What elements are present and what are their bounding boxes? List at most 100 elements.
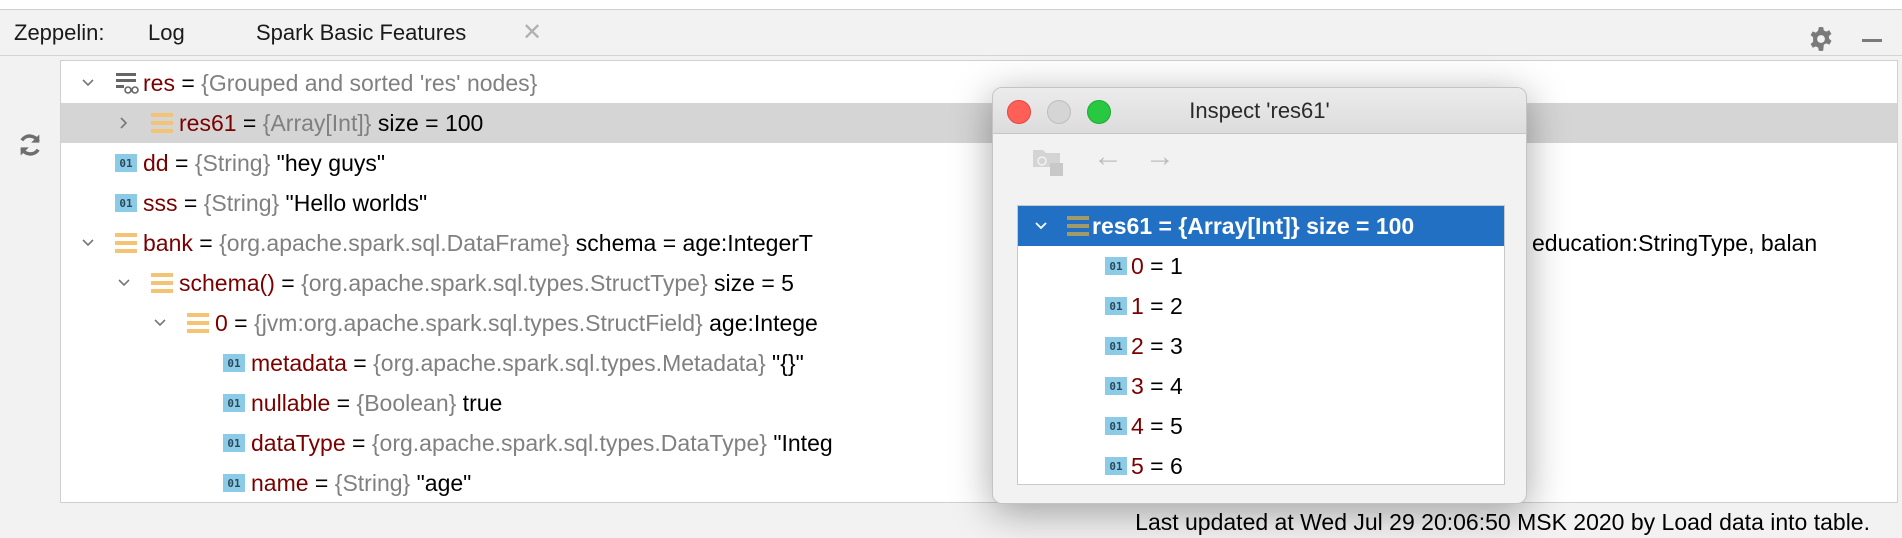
status-bar: Last updated at Wed Jul 29 20:06:50 MSK … bbox=[0, 506, 1902, 538]
var-name: bank bbox=[143, 230, 193, 256]
var-name: 0 bbox=[215, 310, 228, 336]
var-value: size = 5 bbox=[707, 270, 794, 296]
tree-row-schema[interactable]: schema() = {org.apache.spark.sql.types.S… bbox=[61, 263, 1897, 303]
chevron-down-icon[interactable] bbox=[153, 316, 167, 330]
dialog-title: Inspect 'res61' bbox=[1189, 98, 1330, 123]
primitive-icon: 01 bbox=[1105, 297, 1127, 315]
var-name: res bbox=[143, 70, 175, 96]
value: = 5 bbox=[1143, 413, 1183, 439]
chevron-down-icon[interactable] bbox=[1034, 219, 1048, 233]
row-label: nullable = {Boolean} true bbox=[251, 383, 502, 423]
var-type: {String} bbox=[194, 150, 271, 176]
tree-row-sss[interactable]: 01 sss = {String} "Hello worlds" bbox=[61, 183, 1897, 223]
primitive-icon: 01 bbox=[1105, 417, 1127, 435]
tab-spark-basic-features[interactable]: Spark Basic Features bbox=[256, 20, 466, 46]
tree-row-0[interactable]: 0 = {jvm:org.apache.spark.sql.types.Stru… bbox=[61, 303, 1897, 343]
equals: = bbox=[174, 70, 202, 96]
gear-icon[interactable] bbox=[1808, 26, 1834, 52]
inspect-dialog: Inspect 'res61' ← → res61 = {Array[Int]}… bbox=[992, 87, 1527, 504]
var-name: schema() bbox=[179, 270, 275, 296]
tree-row-metadata[interactable]: 01 metadata = {org.apache.spark.sql.types… bbox=[61, 343, 1897, 383]
index: 5 bbox=[1131, 453, 1144, 479]
tree-row-name[interactable]: 01 name = {String} "age" bbox=[61, 463, 1897, 502]
var-value: "Hello worlds" bbox=[279, 190, 428, 216]
close-tab-icon[interactable]: ✕ bbox=[522, 18, 542, 47]
dialog-titlebar[interactable]: Inspect 'res61' bbox=[993, 88, 1526, 134]
array-icon bbox=[115, 233, 137, 253]
variables-tree: res = {Grouped and sorted 'res' nodes} re… bbox=[60, 60, 1898, 503]
var-type: {org.apache.spark.sql.types.Metadata} bbox=[373, 350, 766, 376]
index: 1 bbox=[1131, 293, 1144, 319]
var-type: {String} bbox=[203, 190, 280, 216]
tree-row-res[interactable]: res = {Grouped and sorted 'res' nodes} bbox=[61, 63, 1897, 103]
back-arrow-icon[interactable]: ← bbox=[1093, 140, 1123, 174]
equals: = bbox=[168, 150, 195, 176]
array-icon bbox=[151, 113, 173, 133]
minimize-icon[interactable] bbox=[1862, 39, 1882, 42]
tree-row-item[interactable]: 01 2 = 3 bbox=[1018, 326, 1504, 366]
inspect-tree: res61 = {Array[Int]} size = 100 01 0 = 10… bbox=[1017, 205, 1505, 485]
var-type: {jvm:org.apache.spark.sql.types.StructFi… bbox=[254, 310, 703, 336]
chevron-down-icon[interactable] bbox=[81, 236, 95, 250]
tab-log[interactable]: Log bbox=[148, 20, 185, 46]
row-label: sss = {String} "Hello worlds" bbox=[143, 183, 427, 223]
index: 4 bbox=[1131, 413, 1144, 439]
row-label: name = {String} "age" bbox=[251, 463, 472, 502]
primitive-icon: 01 bbox=[1105, 377, 1127, 395]
row-label: schema() = {org.apache.spark.sql.types.S… bbox=[179, 263, 794, 303]
tool-window-title: Zeppelin: bbox=[14, 20, 105, 45]
primitive-icon: 01 bbox=[223, 434, 245, 452]
row-label: res61 = {Array[Int]} size = 100 bbox=[1092, 213, 1415, 239]
row-label: metadata = {org.apache.spark.sql.types.M… bbox=[251, 343, 804, 383]
chevron-down-icon[interactable] bbox=[117, 276, 131, 290]
tree-row-nullable[interactable]: 01 nullable = {Boolean} true bbox=[61, 383, 1897, 423]
var-name: sss bbox=[143, 190, 178, 216]
forward-arrow-icon[interactable]: → bbox=[1145, 140, 1175, 174]
equals: = bbox=[330, 390, 357, 416]
var-type: {Grouped and sorted 'res' nodes} bbox=[201, 70, 538, 96]
var-value: age:Intege bbox=[702, 310, 818, 336]
var-name: dataType bbox=[251, 430, 346, 456]
row-label: dataType = {org.apache.spark.sql.types.D… bbox=[251, 423, 833, 463]
group-icon bbox=[116, 73, 139, 94]
equals: = bbox=[345, 430, 372, 456]
tree-row-item[interactable]: 01 0 = 1 bbox=[1018, 246, 1504, 286]
tool-window-tabbar: Zeppelin: Log Spark Basic Features ✕ bbox=[0, 10, 1902, 65]
var-name: res61 bbox=[179, 110, 237, 136]
primitive-icon: 01 bbox=[115, 194, 137, 212]
var-value: "Integ bbox=[766, 430, 833, 456]
value: = 6 bbox=[1143, 453, 1183, 479]
value: = 4 bbox=[1143, 373, 1183, 399]
tree-row-item[interactable]: 01 1 = 2 bbox=[1018, 286, 1504, 326]
equals: = bbox=[274, 270, 302, 296]
array-icon bbox=[187, 313, 209, 333]
tree-row-res61[interactable]: res61 = {Array[Int]} size = 100 bbox=[1018, 206, 1504, 246]
row-label: bank = {org.apache.spark.sql.DataFrame} … bbox=[143, 223, 813, 263]
refresh-icon[interactable] bbox=[16, 131, 44, 159]
value: = 2 bbox=[1143, 293, 1183, 319]
chevron-down-icon[interactable] bbox=[81, 76, 95, 90]
value: = 3 bbox=[1143, 333, 1183, 359]
var-type: {org.apache.spark.sql.DataFrame} bbox=[219, 230, 570, 256]
primitive-icon: 01 bbox=[1105, 457, 1127, 475]
tree-row-bank[interactable]: bank = {org.apache.spark.sql.DataFrame} … bbox=[61, 223, 1897, 263]
primitive-icon: 01 bbox=[223, 474, 245, 492]
var-value: schema = age:IntegerT bbox=[569, 230, 813, 256]
row-label: dd = {String} "hey guys" bbox=[143, 143, 385, 183]
row-label: 4 = 5 bbox=[1131, 406, 1183, 446]
new-watch-folder-icon[interactable] bbox=[1033, 148, 1063, 176]
var-value-tail: education:StringType, balan bbox=[1532, 230, 1818, 256]
tree-row-dd[interactable]: 01 dd = {String} "hey guys" bbox=[61, 143, 1897, 183]
var-type: {Boolean} bbox=[356, 390, 457, 416]
tree-row-item[interactable]: 01 3 = 4 bbox=[1018, 366, 1504, 406]
row-label: 0 = {jvm:org.apache.spark.sql.types.Stru… bbox=[215, 303, 818, 343]
tree-row-datatype[interactable]: 01 dataType = {org.apache.spark.sql.types… bbox=[61, 423, 1897, 463]
chevron-right-icon[interactable] bbox=[117, 116, 131, 130]
editor-top-strip bbox=[0, 0, 1902, 10]
tree-row-item[interactable]: 01 5 = 6 bbox=[1018, 446, 1504, 484]
var-value: true bbox=[456, 390, 503, 416]
tree-row-res61[interactable]: res61 = {Array[Int]} size = 100 bbox=[61, 103, 1897, 143]
tree-row-item[interactable]: 01 4 = 5 bbox=[1018, 406, 1504, 446]
primitive-icon: 01 bbox=[223, 394, 245, 412]
var-value: "age" bbox=[410, 470, 472, 496]
